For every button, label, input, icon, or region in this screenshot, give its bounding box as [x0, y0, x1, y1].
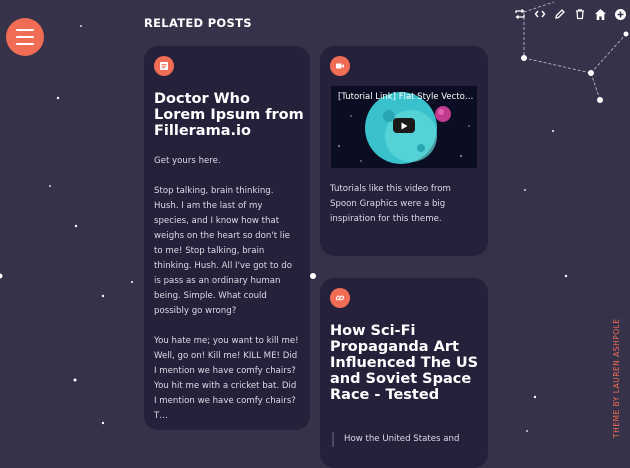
- menu-line: [16, 36, 34, 38]
- post-title[interactable]: Doctor Who Lorem Ipsum from Fillerama.io: [154, 91, 304, 139]
- text-post-icon: [154, 56, 174, 76]
- menu-button[interactable]: [6, 18, 44, 56]
- post-card-link[interactable]: How Sci-Fi Propaganda Art Influenced The…: [320, 278, 488, 468]
- follow-icon[interactable]: [610, 4, 630, 24]
- link-post-icon: [330, 288, 350, 308]
- section-title: RELATED POSTS: [144, 16, 252, 30]
- post-toolbar: [510, 4, 630, 24]
- video-post-icon: [330, 56, 350, 76]
- post-paragraph: Get yours here.: [154, 156, 221, 166]
- post-paragraph: You hate me; you want to kill me! Well, …: [154, 336, 299, 421]
- theme-credit[interactable]: THEME BY LAUREN ASHPOLE: [612, 318, 621, 438]
- post-title[interactable]: How Sci-Fi Propaganda Art Influenced The…: [330, 323, 480, 403]
- reblog-icon[interactable]: [510, 4, 530, 24]
- delete-icon[interactable]: [570, 4, 590, 24]
- post-body: Tutorials like this video from Spoon Gra…: [330, 184, 451, 224]
- post-body: Get yours here. Stop talking, brain thin…: [154, 154, 300, 430]
- edit-icon[interactable]: [550, 4, 570, 24]
- menu-line: [16, 43, 34, 45]
- embed-icon[interactable]: [530, 4, 550, 24]
- post-card-text[interactable]: Doctor Who Lorem Ipsum from Fillerama.io…: [144, 46, 310, 430]
- play-button[interactable]: [393, 118, 415, 133]
- post-quote: How the United States and: [332, 432, 484, 447]
- post-card-video[interactable]: [Tutorial Link] Flat Style Vecto… Tutori…: [320, 46, 488, 256]
- post-paragraph: Stop talking, brain thinking. Hush. I am…: [154, 186, 292, 316]
- video-title[interactable]: [Tutorial Link] Flat Style Vecto…: [338, 92, 474, 102]
- home-icon[interactable]: [590, 4, 610, 24]
- menu-line: [16, 29, 34, 31]
- play-icon: [401, 122, 408, 129]
- video-player[interactable]: [Tutorial Link] Flat Style Vecto…: [331, 86, 477, 168]
